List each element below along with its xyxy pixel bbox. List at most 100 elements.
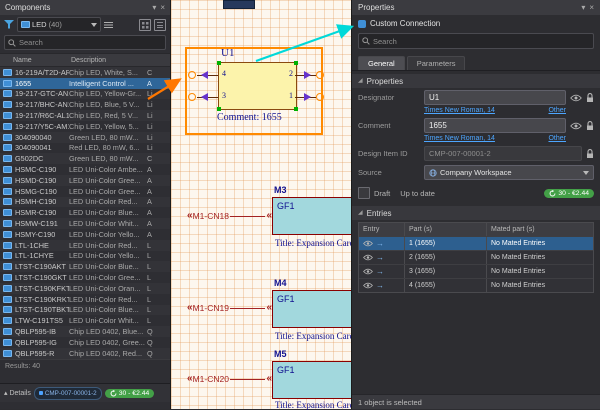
component-row[interactable]: HSMY-C190 LED Uni-Color Yello... A xyxy=(0,229,170,240)
component-u1[interactable]: 4 3 2 1 xyxy=(218,62,297,110)
supply-price-badge[interactable]: 30 - €2.44 xyxy=(105,389,155,398)
visibility-eye-icon[interactable] xyxy=(363,240,373,247)
column-mated-parts[interactable]: Mated part (s) xyxy=(487,223,593,236)
lock-icon[interactable] xyxy=(586,93,594,103)
component-row[interactable]: HSMC-C190 LED Uni-Color Ambe... A xyxy=(0,164,170,175)
visibility-eye-icon[interactable] xyxy=(363,282,373,289)
tab-general[interactable]: General xyxy=(358,56,405,70)
component-row[interactable]: 19-217/R6C-AL1M... Chip LED, Red, 5 V...… xyxy=(0,110,170,121)
block-label: GF1 xyxy=(277,201,295,211)
visibility-eye-icon[interactable] xyxy=(363,254,373,261)
component-manufacturer: Q xyxy=(147,327,170,336)
lock-icon[interactable] xyxy=(586,121,594,131)
visibility-eye-icon[interactable] xyxy=(570,94,582,102)
component-row[interactable]: LTST-C190GKT LED Uni-Color Gree... L xyxy=(0,272,170,283)
component-name: LTST-C190KFKT xyxy=(15,284,69,293)
component-row[interactable]: LTST-C190TBKT LED Uni-Color Blue... L xyxy=(0,305,170,316)
grid-view-icon[interactable] xyxy=(139,19,151,31)
component-manufacturer: A xyxy=(147,187,170,196)
component-row[interactable]: 304090041 Red LED, 80 mW, 6... Li xyxy=(0,143,170,154)
close-icon[interactable]: × xyxy=(160,4,165,12)
component-row[interactable]: 19-217-GTC-AN1P... Chip LED, Yellow-Gr..… xyxy=(0,89,170,100)
component-row[interactable]: HSMW-C191 LED Uni-Color Whit... A xyxy=(0,218,170,229)
comment-other-link[interactable]: Other xyxy=(548,135,566,142)
lock-icon[interactable] xyxy=(586,149,594,159)
filter-funnel-icon[interactable] xyxy=(4,20,14,29)
pin-icon[interactable]: ▾ xyxy=(581,4,585,12)
section-entries[interactable]: ◢ Entries xyxy=(352,206,600,220)
object-type-icon xyxy=(358,20,366,28)
entry-row[interactable]: → 4 (1655) No Mated Entries xyxy=(359,278,593,292)
section-properties[interactable]: ◢ Properties xyxy=(352,74,600,88)
close-icon[interactable]: × xyxy=(589,4,594,12)
port-m1-cn19[interactable]: « M1-CN19 « xyxy=(187,303,272,313)
details-toggle[interactable]: ▴ Details xyxy=(4,389,31,397)
component-row[interactable]: LTL-1CHE LED Uni-Color Red... L xyxy=(0,240,170,251)
component-icon xyxy=(3,339,12,346)
component-description: LED Uni-Color Gree... xyxy=(69,187,147,196)
tab-parameters[interactable]: Parameters xyxy=(407,56,466,70)
entry-mated-part: No Mated Entries xyxy=(487,237,593,250)
entry-cell: → xyxy=(359,265,405,278)
component-row[interactable]: LTST-C190KFKT LED Uni-Color Oran... L xyxy=(0,283,170,294)
component-icon xyxy=(3,296,12,303)
properties-search-input[interactable]: Search xyxy=(358,33,594,49)
port-m1-cn20[interactable]: « M1-CN20 « xyxy=(187,374,272,384)
selection-handle xyxy=(294,61,298,65)
component-row[interactable]: 19-217/Y5C-AM1N... Chip LED, Yellow, 5..… xyxy=(0,121,170,132)
component-row[interactable]: LTW-C191TS5 LED Uni-Color Whit... L xyxy=(0,315,170,326)
designator-input[interactable]: U1 xyxy=(424,90,566,105)
visibility-eye-icon[interactable] xyxy=(570,122,582,130)
component-row[interactable]: HSMH-C190 LED Uni-Color Red... A xyxy=(0,197,170,208)
port-m1-cn18[interactable]: « M1-CN18 « xyxy=(187,211,272,221)
entry-row[interactable]: → 3 (1655) No Mated Entries xyxy=(359,264,593,278)
component-row[interactable]: LTST-C190AKT LED Uni-Color Blue... L xyxy=(0,261,170,272)
designator-font-link[interactable]: Times New Roman, 14 xyxy=(424,107,495,114)
collapse-triangle-icon: ◢ xyxy=(358,210,363,216)
component-row[interactable]: 19-217/BHC-AN1P... Chip LED, Blue, 5 V..… xyxy=(0,99,170,110)
supply-price-badge[interactable]: 30 - €2.44 xyxy=(544,189,594,198)
component-row[interactable]: HSMR-C190 LED Uni-Color Blue... A xyxy=(0,207,170,218)
pin-icon[interactable]: ▾ xyxy=(152,4,156,12)
menu-icon[interactable] xyxy=(104,21,113,29)
component-icon xyxy=(3,252,12,259)
comment-input[interactable]: 1655 xyxy=(424,118,566,133)
column-entry[interactable]: Entry xyxy=(359,223,405,236)
component-row[interactable]: 304090040 Green LED, 80 mW... Li xyxy=(0,132,170,143)
component-row[interactable]: HSMG-C190 LED Uni-Color Gree... A xyxy=(0,186,170,197)
component-row[interactable]: LTST-C190KRKT LED Uni-Color Red... L xyxy=(0,294,170,305)
component-row[interactable]: 16-219A/T2D-AR2... Chip LED, White, S...… xyxy=(0,67,170,78)
source-dropdown[interactable]: Company Workspace xyxy=(424,165,594,180)
comment-row: Comment 1655 xyxy=(352,116,600,135)
entry-part: 3 (1655) xyxy=(405,265,487,278)
column-description[interactable]: Description xyxy=(71,57,149,64)
component-description: Green LED, 80 mW... xyxy=(69,133,147,142)
column-parts[interactable]: Part (s) xyxy=(405,223,487,236)
component-row[interactable]: LTL-1CHYE LED Uni-Color Yello... L xyxy=(0,251,170,262)
component-name: HSMW-C191 xyxy=(15,219,69,228)
component-description: LED Uni-Color Whit... xyxy=(69,219,147,228)
component-row[interactable]: QBLP595-IG Chip LED 0402, Gree... Q xyxy=(0,337,170,348)
item-id-badge[interactable]: CMP-007-00001-2 xyxy=(34,387,102,400)
components-panel: Components ▾ × LED (40) Search Name Desc… xyxy=(0,0,171,409)
category-dropdown[interactable]: LED (40) xyxy=(17,17,101,32)
list-view-icon[interactable] xyxy=(154,19,166,31)
designator-other-link[interactable]: Other xyxy=(548,107,566,114)
components-search-input[interactable]: Search xyxy=(4,35,166,50)
component-name: QBLP595-R xyxy=(15,349,69,358)
component-row[interactable]: HSMD-C190 LED Uni-Color Gree... A xyxy=(0,175,170,186)
component-row[interactable]: G502DC Green LED, 80 mW... C xyxy=(0,153,170,164)
search-icon xyxy=(362,37,370,45)
component-manufacturer: A xyxy=(147,208,170,217)
component-icon xyxy=(3,166,12,173)
entry-row[interactable]: → 1 (1655) No Mated Entries xyxy=(359,236,593,250)
comment-font-link[interactable]: Times New Roman, 14 xyxy=(424,135,495,142)
draft-checkbox[interactable] xyxy=(358,187,370,199)
component-row[interactable]: QBLP595-IB Chip LED 0402, Blue... Q xyxy=(0,326,170,337)
column-name[interactable]: Name xyxy=(0,57,71,64)
entry-row[interactable]: → 2 (1655) No Mated Entries xyxy=(359,250,593,264)
component-name: 19-217-GTC-AN1P... xyxy=(15,89,69,98)
component-row[interactable]: QBLP595-R Chip LED 0402, Red... Q xyxy=(0,348,170,359)
visibility-eye-icon[interactable] xyxy=(363,268,373,275)
component-row[interactable]: 1655 Intelligent Control ... A xyxy=(0,78,170,89)
